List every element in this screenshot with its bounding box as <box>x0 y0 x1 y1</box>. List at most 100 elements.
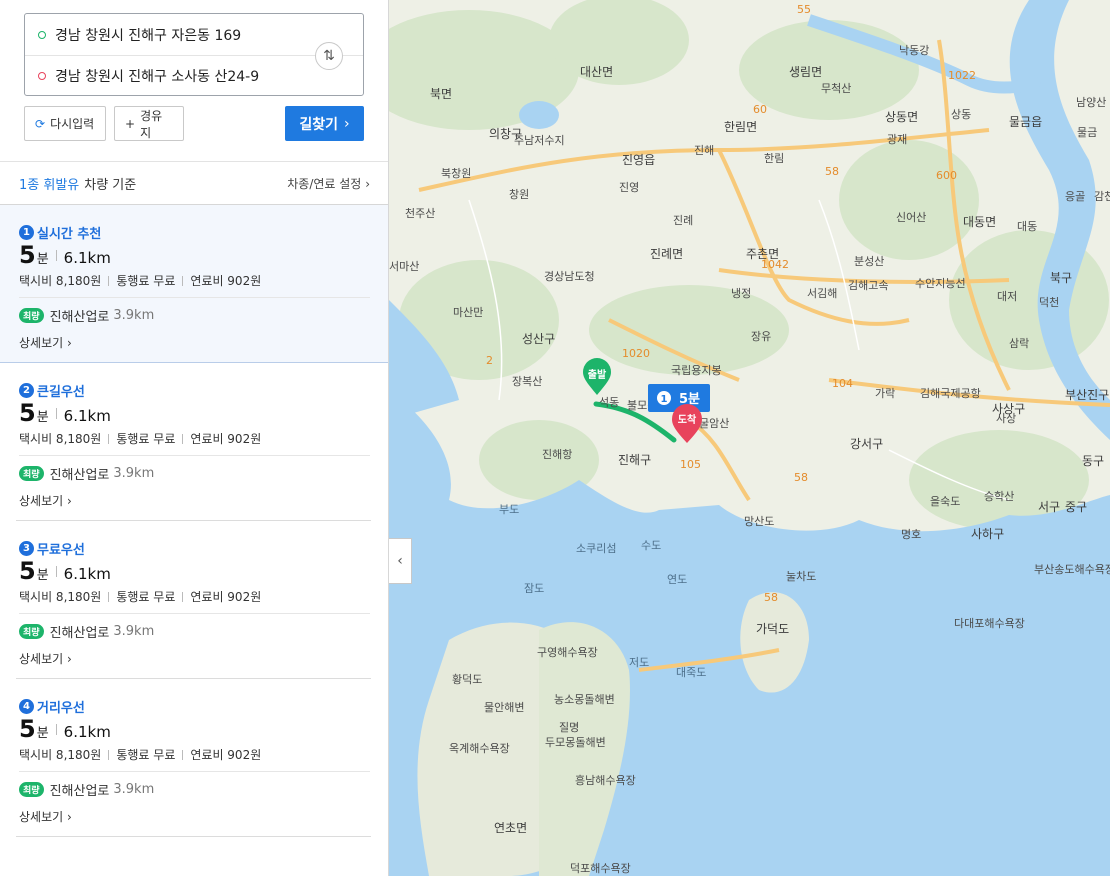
fuel-cost: 연료비 902원 <box>190 590 262 604</box>
divider <box>182 749 184 760</box>
place-label: 옥계해수욕장 <box>449 741 510 755</box>
add-waypoint-button[interactable]: + 경유지 <box>114 106 184 141</box>
end-address-field[interactable]: 경남 창원시 진해구 소사동 산24-9 <box>25 55 363 96</box>
place-label: 을숙도 <box>930 495 960 508</box>
route-detail-label: 상세보기 <box>19 810 64 824</box>
route-option-2[interactable]: 2 큰길우선 5 분 6.1km 택시비 8,180원 통행료 무료 연료비 9… <box>0 363 388 521</box>
road-number: 58 <box>825 165 839 178</box>
place-label: 연도 <box>667 573 687 586</box>
find-route-button[interactable]: 길찾기 › <box>285 106 364 141</box>
route-distance: 6.1km <box>63 565 111 583</box>
route-option-4[interactable]: 4 거리우선 5 분 6.1km 택시비 8,180원 통행료 무료 연료비 9… <box>0 679 388 837</box>
main-road-distance: 3.9km <box>113 624 155 639</box>
place-label: 장복산 <box>512 375 542 388</box>
place-label: 김해국제공항 <box>920 386 981 400</box>
road-number: 600 <box>936 169 957 182</box>
route-option-1[interactable]: 1 실시간 추천 5 분 6.1km 택시비 8,180원 통행료 무료 연료비… <box>0 205 388 363</box>
toll-fee: 통행료 무료 <box>116 748 176 762</box>
route-number-badge: 1 <box>19 225 34 240</box>
route-title: 2 큰길우선 <box>19 381 85 400</box>
place-label: 물금읍 <box>1009 115 1042 129</box>
collapse-panel-button[interactable]: ‹ <box>389 538 412 584</box>
lake <box>519 101 559 129</box>
place-label: 대동 <box>1017 220 1037 233</box>
divider <box>19 297 370 298</box>
end-marker-label: 도착 <box>678 413 697 426</box>
road-number: 105 <box>680 458 701 471</box>
route-minutes-unit: 분 <box>36 568 49 583</box>
divider <box>182 275 184 286</box>
chevron-right-icon: › <box>67 652 72 666</box>
place-label: 북창원 <box>441 167 471 180</box>
map-canvas[interactable]: 대산면 북면 의창구 주남저수지 진영읍 한림면 생림면 무척산 상동면 물금읍… <box>389 0 1110 876</box>
place-label: 장유 <box>751 330 771 343</box>
route-costs: 택시비 8,180원 통행료 무료 연료비 902원 <box>19 430 261 447</box>
route-detail-link[interactable]: 상세보기 › <box>19 808 72 825</box>
route-title: 3 무료우선 <box>19 539 85 558</box>
refresh-icon: ⟳ <box>35 116 46 131</box>
add-waypoint-label: 경유지 <box>140 108 163 140</box>
route-detail-link[interactable]: 상세보기 › <box>19 492 72 509</box>
place-label: 한림 <box>764 152 784 165</box>
route-detail-link[interactable]: 상세보기 › <box>19 334 72 351</box>
place-label: 승학산 <box>984 490 1014 503</box>
main-road-distance: 3.9km <box>113 466 155 481</box>
main-road-badge: 최량 <box>19 624 44 639</box>
place-label: 황덕도 <box>452 673 482 686</box>
place-label: 흥남해수욕장 <box>575 773 636 787</box>
divider <box>16 836 371 837</box>
reset-input-button[interactable]: ⟳ 다시입력 <box>24 106 106 141</box>
place-label: 사상 <box>996 412 1016 425</box>
route-number-badge: 3 <box>19 541 34 556</box>
place-label: 물금 <box>1077 126 1097 139</box>
place-label: 김해고속 <box>848 278 888 292</box>
place-label: 응골 <box>1065 190 1085 203</box>
place-label: 창원 <box>509 188 529 201</box>
place-label: 질명 <box>559 721 579 734</box>
plus-icon: + <box>125 116 136 131</box>
place-label: 대산면 <box>580 65 613 79</box>
map-view[interactable]: 대산면 북면 의창구 주남저수지 진영읍 한림면 생림면 무척산 상동면 물금읍… <box>389 0 1110 876</box>
place-label: 광재 <box>887 133 907 146</box>
fuel-cost: 연료비 902원 <box>190 748 262 762</box>
end-point-icon <box>38 72 46 80</box>
vehicle-setting-link[interactable]: 차종/연료 설정 › <box>287 175 370 192</box>
main-road-info: 최량 진해산업로 3.9km <box>19 464 154 483</box>
road-number: 1042 <box>761 258 789 271</box>
address-search-box: 경남 창원시 진해구 자은동 169 경남 창원시 진해구 소사동 산24-9 … <box>24 13 364 96</box>
place-label: 대저 <box>997 290 1017 303</box>
divider <box>55 565 57 577</box>
route-time-badge-number: 1 <box>661 394 668 405</box>
chevron-right-icon: › <box>344 115 350 132</box>
place-label: 굴암산 <box>699 417 729 430</box>
divider <box>108 591 110 602</box>
route-detail-link[interactable]: 상세보기 › <box>19 650 72 667</box>
route-minutes: 5 <box>19 715 36 743</box>
route-distance: 6.1km <box>63 249 111 267</box>
start-marker-label: 출발 <box>588 368 607 381</box>
place-label: 저도 <box>629 656 649 669</box>
place-label: 진해 <box>694 143 714 157</box>
route-distance: 6.1km <box>63 723 111 741</box>
place-label: 진해항 <box>542 447 572 461</box>
place-label: 상동 <box>951 108 971 121</box>
place-label: 부도 <box>499 503 519 516</box>
main-road-distance: 3.9km <box>113 308 155 323</box>
swap-addresses-button[interactable]: ⇅ <box>315 42 343 70</box>
route-summary: 5 분 6.1km <box>19 715 111 743</box>
place-label: 경상남도청 <box>544 270 595 283</box>
main-road-badge: 최량 <box>19 466 44 481</box>
place-label: 눌차도 <box>786 570 816 583</box>
road-number: 2 <box>486 354 493 367</box>
place-label: 신어산 <box>896 211 926 224</box>
toll-fee: 통행료 무료 <box>116 432 176 446</box>
place-label: 서구 <box>1038 500 1060 514</box>
route-option-3[interactable]: 3 무료우선 5 분 6.1km 택시비 8,180원 통행료 무료 연료비 9… <box>0 521 388 679</box>
start-address-field[interactable]: 경남 창원시 진해구 자은동 169 <box>25 14 315 55</box>
place-label: 마산만 <box>453 306 483 319</box>
road-number: 60 <box>753 103 767 116</box>
main-road-name: 진해산업로 <box>49 784 110 799</box>
route-minutes-unit: 분 <box>36 726 49 741</box>
chevron-right-icon: › <box>67 810 72 824</box>
place-label: 서마산 <box>389 260 419 273</box>
